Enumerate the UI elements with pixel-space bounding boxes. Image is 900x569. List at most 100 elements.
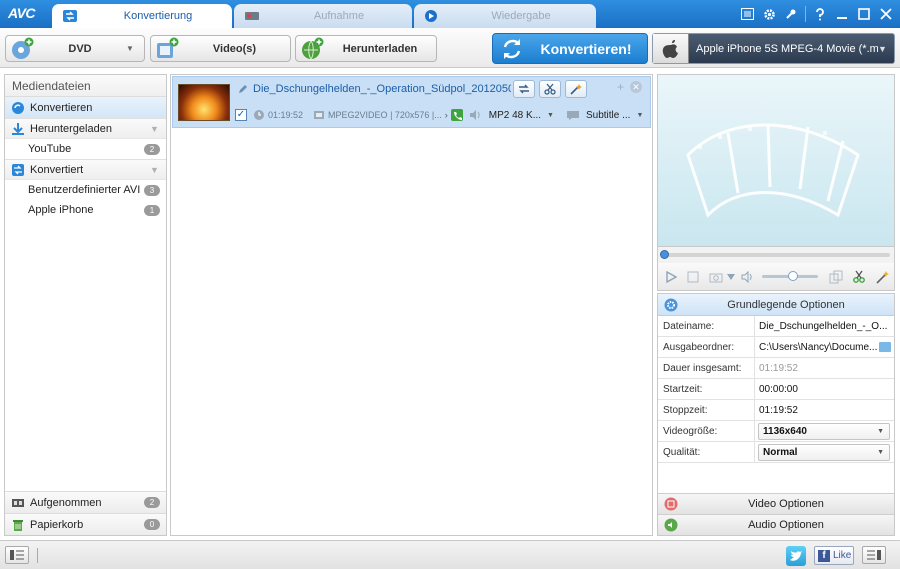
chevron-down-icon[interactable]: ▼ — [150, 165, 162, 175]
merge-icon[interactable] — [513, 80, 535, 98]
download-button[interactable]: Herunterladen — [295, 35, 437, 62]
gear-icon[interactable] — [761, 6, 777, 22]
toggle-sidebar-icon[interactable] — [5, 546, 29, 564]
audio-track-select[interactable]: MP2 48 K... — [489, 110, 541, 121]
window-controls — [739, 6, 894, 22]
wrench-icon[interactable] — [783, 6, 799, 22]
total-duration-value: 01:19:52 — [759, 363, 798, 374]
convert-now-button[interactable]: Konvertieren! — [492, 33, 648, 64]
seek-bar[interactable] — [657, 247, 895, 263]
volume-handle[interactable] — [788, 271, 798, 281]
start-time-field[interactable]: 00:00:00 — [755, 379, 894, 399]
scissors-icon[interactable] — [851, 269, 867, 285]
option-row-total-duration: Dauer insgesamt: 01:19:52 — [658, 358, 894, 379]
twitter-icon[interactable] — [786, 546, 806, 566]
option-label: Ausgabeordner: — [658, 337, 755, 357]
magic-wand-icon[interactable] — [565, 80, 587, 98]
chevron-down-icon[interactable]: ▼ — [150, 124, 162, 134]
folder-icon[interactable] — [879, 342, 891, 352]
add-video-button[interactable]: Video(s) — [150, 35, 291, 62]
download-label: Herunterladen — [342, 42, 418, 55]
convert-label: Konvertieren! — [540, 40, 632, 57]
select-checkbox[interactable]: ✓ — [235, 109, 247, 121]
camera-icon[interactable] — [708, 269, 724, 285]
chevron-down-icon[interactable]: ▼ — [877, 424, 884, 439]
video-size-select[interactable]: 1136x640 ▼ — [758, 423, 890, 440]
video-options-icon — [664, 497, 678, 511]
convert-icon — [62, 9, 78, 23]
duration-text: 01:19:52 — [268, 110, 304, 120]
stop-time-field[interactable]: 01:19:52 — [755, 400, 894, 420]
chevron-down-icon[interactable]: ▼ — [636, 112, 643, 119]
filename-field[interactable]: Die_Dschungelhelden_-_O... — [755, 316, 894, 336]
pencil-icon[interactable] — [237, 83, 249, 95]
sidebar-item-papierkorb[interactable]: Papierkorb 0 — [5, 513, 166, 535]
chevron-down-icon[interactable]: ▼ — [547, 112, 554, 119]
toggle-preview-icon[interactable] — [862, 546, 886, 564]
tab-label: Konvertierung — [123, 10, 193, 22]
help-icon[interactable] — [812, 6, 828, 22]
play-icon[interactable] — [663, 269, 679, 285]
volume-icon[interactable] — [740, 269, 756, 285]
title-bar: AVC Konvertierung Aufnahme Wiedergabe — [0, 0, 900, 28]
volume-slider[interactable] — [762, 271, 818, 281]
audio-options-button[interactable]: Audio Optionen — [658, 514, 894, 535]
quality-cell: Normal ▼ — [755, 442, 894, 462]
sidebar-item-label: Konvertiert — [30, 163, 84, 176]
compare-icon[interactable] — [828, 269, 844, 285]
options-header[interactable]: Grundlegende Optionen — [658, 294, 894, 316]
video-label: Video(s) — [212, 42, 257, 55]
stop-icon[interactable] — [685, 269, 701, 285]
seek-handle[interactable] — [660, 250, 669, 259]
skin-icon[interactable] — [739, 6, 755, 22]
close-icon[interactable] — [878, 6, 894, 22]
minimize-icon[interactable] — [834, 6, 850, 22]
quality-select[interactable]: Normal ▼ — [758, 444, 890, 461]
sidebar-item-benutzerdefinierter-avi[interactable]: Benutzerdefinierter AVI 3 — [5, 180, 166, 200]
scissors-icon[interactable] — [539, 80, 561, 98]
count-badge: 1 — [144, 204, 160, 216]
divider — [37, 548, 38, 563]
subtitle-icon — [566, 109, 579, 121]
chevron-down-icon[interactable] — [726, 269, 736, 285]
sidebar-item-youtube[interactable]: YouTube 2 — [5, 139, 166, 159]
refresh-icon — [499, 36, 525, 62]
trash-icon — [11, 518, 25, 532]
option-row-stop-time: Stoppzeit: 01:19:52 — [658, 400, 894, 421]
tab-wiedergabe[interactable]: Wiedergabe — [414, 4, 596, 28]
dvd-label: DVD — [68, 42, 92, 55]
list-item[interactable]: Die_Dschungelhelden_-_Operation_Südpol_2… — [172, 76, 651, 128]
tab-label: Wiedergabe — [491, 10, 551, 22]
video-options-button[interactable]: Video Optionen — [658, 493, 894, 514]
add-dvd-button[interactable]: DVD ▼ — [5, 35, 145, 62]
sidebar-item-konvertiert[interactable]: Konvertiert ▼ — [5, 159, 166, 180]
expand-icon[interactable]: + — [617, 80, 624, 94]
audio-options-icon — [664, 518, 678, 532]
close-icon[interactable]: ✕ — [630, 81, 642, 93]
sidebar-item-aufgenommen[interactable]: Aufgenommen 2 — [5, 491, 166, 513]
option-label: Qualität: — [658, 442, 755, 462]
sidebar-item-label: Heruntergeladen — [30, 122, 112, 135]
tab-aufnahme[interactable]: Aufnahme — [234, 4, 412, 28]
output-folder-field[interactable]: C:\Users\Nancy\Docume... — [755, 337, 894, 357]
tab-konvertierung[interactable]: Konvertierung — [52, 4, 232, 28]
play-icon — [424, 9, 440, 23]
sidebar-item-konvertieren[interactable]: Konvertieren — [5, 97, 166, 118]
sidebar-item-label: YouTube — [28, 143, 72, 155]
audio-icon — [469, 109, 481, 121]
disc-add-icon — [10, 37, 34, 61]
chevron-down-icon[interactable]: ▼ — [877, 445, 884, 460]
chevron-down-icon[interactable]: ▼ — [878, 44, 894, 54]
option-row-output-folder: Ausgabeordner: C:\Users\Nancy\Docume... — [658, 337, 894, 358]
file-name[interactable]: Die_Dschungelhelden_-_Operation_Südpol_2… — [237, 83, 511, 95]
facebook-like-button[interactable]: f Like — [814, 546, 854, 565]
output-profile-select[interactable]: Apple iPhone 5S MPEG-4 Movie (*.m... ▼ — [652, 33, 895, 64]
sidebar-item-label: Papierkorb — [30, 518, 84, 531]
sidebar-item-apple-iphone[interactable]: Apple iPhone 1 — [5, 200, 166, 220]
subtitle-select[interactable]: Subtitle ... — [586, 110, 630, 121]
option-row-start-time: Startzeit: 00:00:00 — [658, 379, 894, 400]
chevron-down-icon[interactable]: ▼ — [126, 44, 140, 53]
maximize-icon[interactable] — [856, 6, 872, 22]
sidebar-item-heruntergeladen[interactable]: Heruntergeladen ▼ — [5, 118, 166, 139]
magic-wand-icon[interactable] — [874, 269, 890, 285]
